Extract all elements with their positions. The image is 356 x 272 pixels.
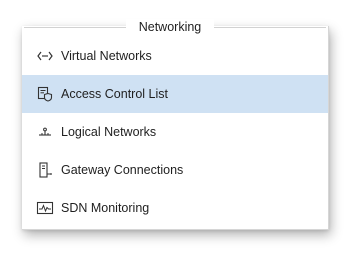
nav-item-logical-networks[interactable]: Logical Networks [22,113,328,151]
networking-menu-screenshot: Networking Virtual Networks Access Contr… [0,0,356,272]
nav-item-label: Logical Networks [61,125,157,139]
nav-item-virtual-networks[interactable]: Virtual Networks [22,37,328,75]
networking-nav-list: Virtual Networks Access Control List Log… [22,37,328,227]
nav-item-access-control-list[interactable]: Access Control List [22,75,328,113]
monitoring-icon [36,199,54,217]
nav-item-gateway-connections[interactable]: Gateway Connections [22,151,328,189]
nav-item-sdn-monitoring[interactable]: SDN Monitoring [22,189,328,227]
nav-item-label: Virtual Networks [61,49,152,63]
nav-item-label: Gateway Connections [61,163,184,177]
menu-title: Networking [126,19,214,35]
logical-network-icon [36,123,54,141]
virtual-network-icon [36,47,54,65]
access-control-icon [36,85,54,103]
nav-item-label: Access Control List [61,87,168,101]
gateway-icon [36,161,54,179]
nav-item-label: SDN Monitoring [61,201,150,215]
